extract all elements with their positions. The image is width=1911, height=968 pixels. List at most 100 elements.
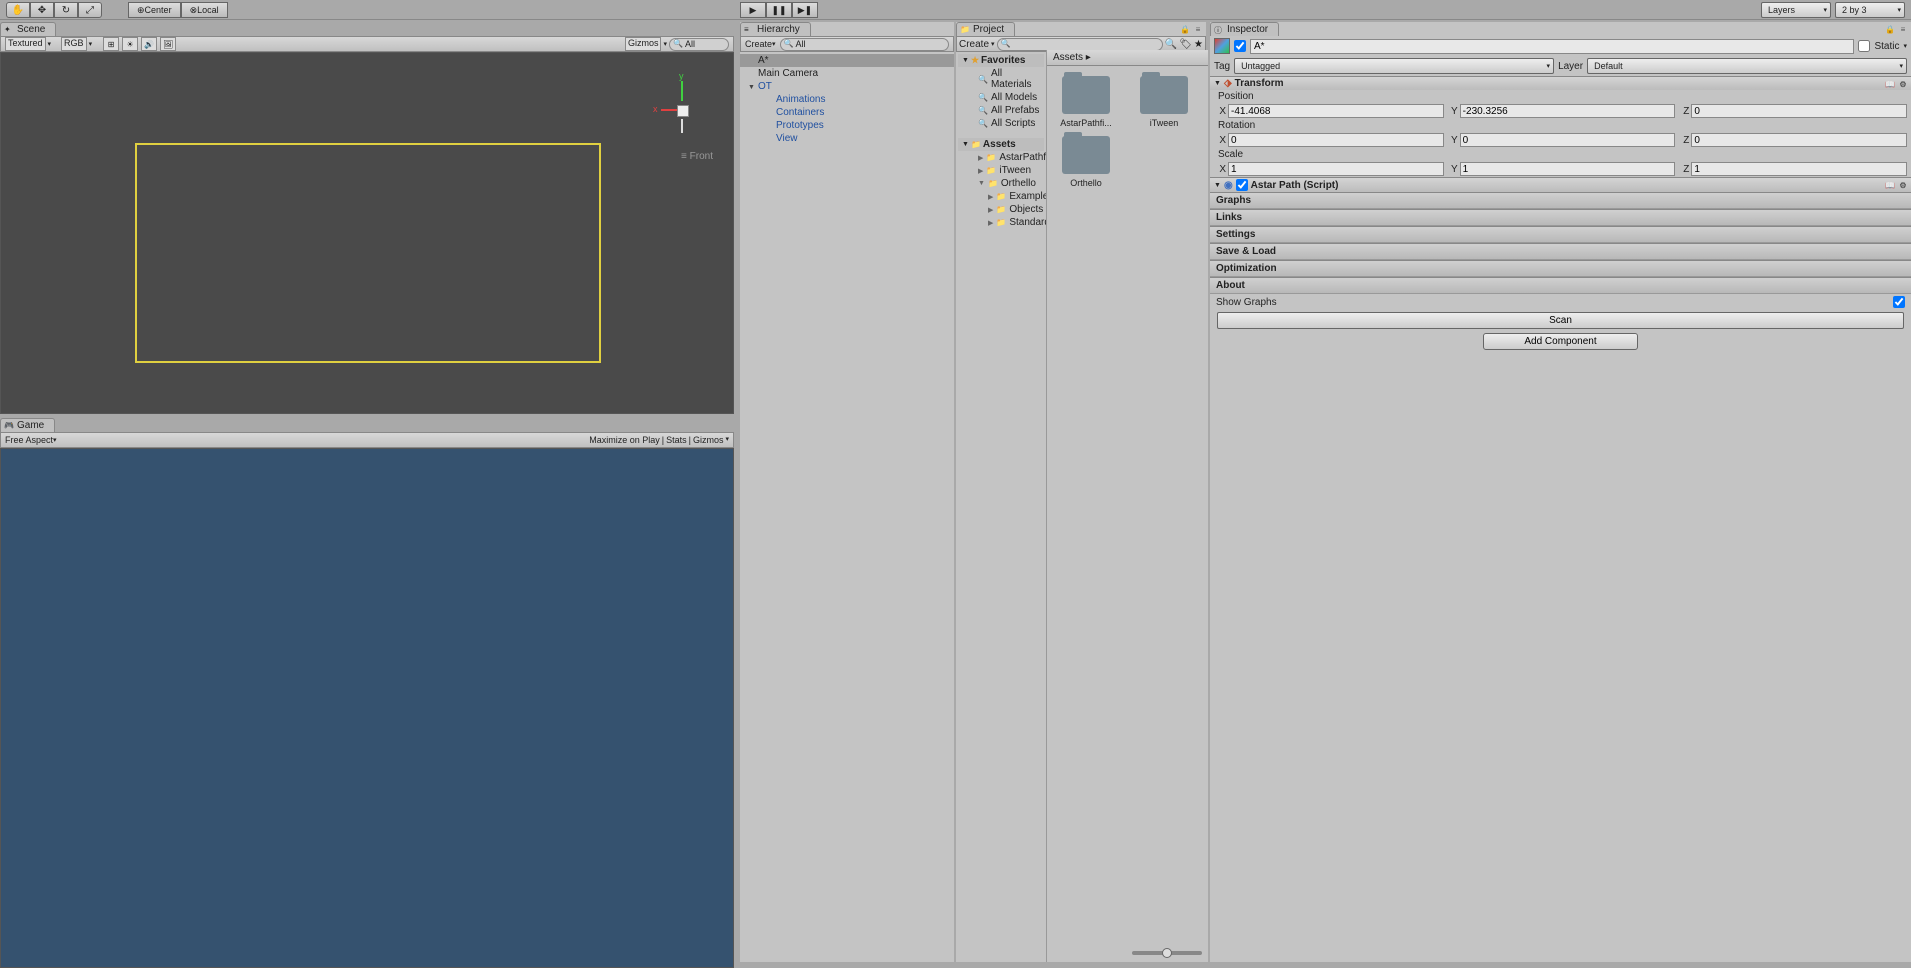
position-y-input[interactable] <box>1460 104 1676 118</box>
gear-icon[interactable]: ⚙ <box>1897 78 1909 90</box>
play-button[interactable]: ▶ <box>740 2 766 18</box>
assets-header[interactable]: ▼📁Assets <box>958 138 1044 151</box>
hierarchy-item[interactable]: A* <box>740 54 954 67</box>
gear-icon[interactable]: ⚙ <box>1897 179 1909 191</box>
scene-viewport[interactable]: Front <box>0 52 734 414</box>
component-enabled-checkbox[interactable] <box>1236 179 1248 191</box>
search-type-icon[interactable]: 🏷 <box>1179 39 1192 50</box>
optimization-section[interactable]: Optimization <box>1210 260 1911 277</box>
asset-folder-item[interactable]: iTween <box>1129 76 1199 128</box>
game-viewport[interactable] <box>0 448 734 968</box>
about-section[interactable]: About <box>1210 277 1911 294</box>
favorite-item[interactable]: 🔍All Models <box>958 91 1044 104</box>
rotation-z-input[interactable] <box>1691 133 1907 147</box>
audio-toggle[interactable]: 🔊 <box>141 37 157 51</box>
position-z-input[interactable] <box>1691 104 1907 118</box>
aspect-dropdown[interactable]: Free Aspect <box>5 435 53 445</box>
static-checkbox[interactable] <box>1858 40 1870 52</box>
fx-toggle[interactable]: 🖼 <box>160 37 176 51</box>
folder-icon: 📁 <box>971 140 981 149</box>
orientation-gizmo[interactable] <box>653 81 713 141</box>
active-checkbox[interactable] <box>1234 40 1246 52</box>
shading-dropdown[interactable]: Textured <box>5 37 46 51</box>
add-component-button[interactable]: Add Component <box>1483 333 1637 350</box>
hierarchy-item[interactable]: ▼OT <box>740 80 954 93</box>
game-tab[interactable]: 🎮Game <box>0 418 55 432</box>
layout-dropdown[interactable]: 2 by 3 <box>1835 2 1905 18</box>
show-graphs-checkbox[interactable] <box>1893 296 1905 308</box>
hierarchy-item[interactable]: Animations <box>740 93 954 106</box>
folder-item[interactable]: ▶📁iTween <box>958 164 1044 177</box>
folder-item[interactable]: ▶📁Examples <box>958 190 1044 203</box>
folder-item[interactable]: ▶📁Objects <box>958 203 1044 216</box>
pivot-center-button[interactable]: ⊕ Center <box>128 2 181 18</box>
hierarchy-item[interactable]: Containers <box>740 106 954 119</box>
game-gizmos-dropdown[interactable]: Gizmos <box>693 435 724 445</box>
2d-toggle[interactable]: ⊞ <box>103 37 119 51</box>
move-tool[interactable]: ✥ <box>30 2 54 18</box>
scale-x-input[interactable] <box>1228 162 1444 176</box>
inspector-tab[interactable]: ⓘInspector <box>1210 22 1279 36</box>
maximize-on-play-toggle[interactable]: Maximize on Play <box>589 435 660 445</box>
folder-item[interactable]: ▼📁Orthello <box>958 177 1044 190</box>
panel-menu-icon[interactable]: ≡ <box>1192 23 1204 35</box>
gizmos-dropdown[interactable]: Gizmos <box>625 37 662 51</box>
project-breadcrumb[interactable]: Assets ▸ <box>1047 50 1208 66</box>
pause-button[interactable]: ❚❚ <box>766 2 792 18</box>
project-search[interactable] <box>997 38 1163 51</box>
hierarchy-create-dropdown[interactable]: Create <box>745 39 772 49</box>
pivot-local-button[interactable]: ⊗ Local <box>181 2 228 18</box>
help-icon[interactable]: 📖 <box>1884 78 1896 90</box>
folder-item[interactable]: ▶📁Standard <box>958 216 1044 229</box>
folder-item[interactable]: ▶📁AstarPathfind <box>958 151 1044 164</box>
save-load-section[interactable]: Save & Load <box>1210 243 1911 260</box>
render-mode-dropdown[interactable]: RGB <box>61 37 87 51</box>
object-name-input[interactable] <box>1250 39 1854 54</box>
asset-size-slider[interactable] <box>1047 946 1208 960</box>
settings-section[interactable]: Settings <box>1210 226 1911 243</box>
links-section[interactable]: Links <box>1210 209 1911 226</box>
gameobject-icon[interactable] <box>1214 38 1230 54</box>
panel-lock-icon[interactable]: 🔒 <box>1884 23 1896 35</box>
asset-folder-item[interactable]: AstarPathfi... <box>1051 76 1121 128</box>
hand-tool[interactable]: ✋ <box>6 2 30 18</box>
slider-thumb[interactable] <box>1162 948 1172 958</box>
search-filter-icon[interactable]: 🔍 <box>1165 39 1177 50</box>
stats-toggle[interactable]: Stats <box>666 435 687 445</box>
rotation-y-input[interactable] <box>1460 133 1676 147</box>
step-button[interactable]: ▶❚ <box>792 2 818 18</box>
scan-button[interactable]: Scan <box>1217 312 1904 329</box>
scene-search[interactable]: All <box>669 38 729 51</box>
hierarchy-search[interactable]: All <box>780 38 949 51</box>
search-save-icon[interactable]: ★ <box>1194 39 1203 50</box>
folder-icon <box>1062 136 1110 174</box>
hierarchy-tab[interactable]: ≡Hierarchy <box>740 22 811 36</box>
asset-folder-item[interactable]: Orthello <box>1051 136 1121 188</box>
tag-dropdown[interactable]: Untagged <box>1234 58 1554 74</box>
transform-header[interactable]: ▼⬗ Transform 📖⚙ <box>1210 77 1911 90</box>
panel-lock-icon[interactable]: 🔒 <box>1179 23 1191 35</box>
astar-header[interactable]: ▼◉ Astar Path (Script) 📖⚙ <box>1210 178 1911 192</box>
favorite-item[interactable]: 🔍All Prefabs <box>958 104 1044 117</box>
scale-y-input[interactable] <box>1460 162 1676 176</box>
favorite-item[interactable]: 🔍All Scripts <box>958 117 1044 130</box>
rotation-x-input[interactable] <box>1228 133 1444 147</box>
hierarchy-item[interactable]: Prototypes <box>740 119 954 132</box>
hierarchy-item[interactable]: View <box>740 132 954 145</box>
help-icon[interactable]: 📖 <box>1884 179 1896 191</box>
light-toggle[interactable]: ☀ <box>122 37 138 51</box>
favorite-item[interactable]: 🔍All Materials <box>958 67 1044 91</box>
scale-tool[interactable]: ⤢ <box>78 2 102 18</box>
project-create-dropdown[interactable]: Create <box>959 39 989 50</box>
hierarchy-item[interactable]: Main Camera <box>740 67 954 80</box>
graphs-section[interactable]: Graphs <box>1210 192 1911 209</box>
project-tab[interactable]: 📁Project <box>956 22 1015 36</box>
favorites-header[interactable]: ▼★Favorites <box>958 54 1044 67</box>
rotate-tool[interactable]: ↻ <box>54 2 78 18</box>
panel-menu-icon[interactable]: ≡ <box>1897 23 1909 35</box>
scale-z-input[interactable] <box>1691 162 1907 176</box>
layer-dropdown[interactable]: Default <box>1587 58 1907 74</box>
position-x-input[interactable] <box>1228 104 1444 118</box>
scene-tab[interactable]: ✦Scene <box>0 22 56 36</box>
layers-dropdown[interactable]: Layers <box>1761 2 1831 18</box>
